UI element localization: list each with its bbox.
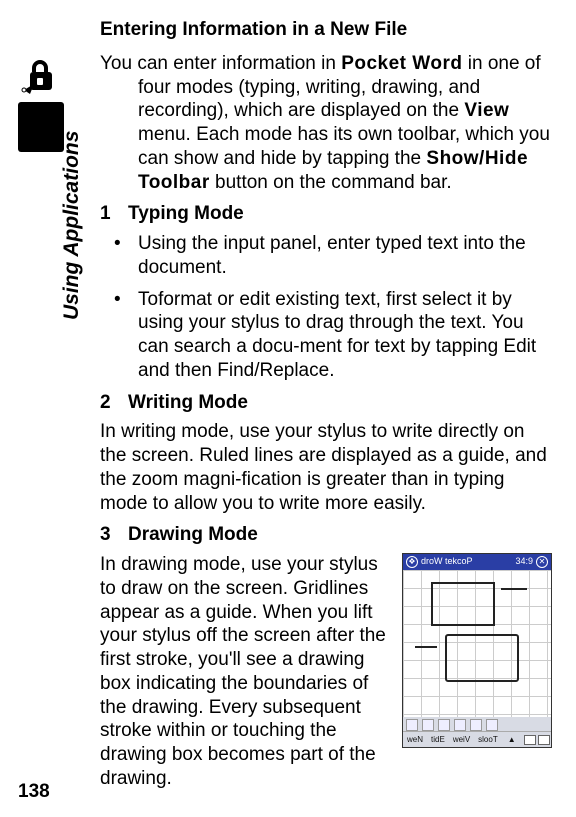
tool-icon — [454, 719, 466, 731]
menu-item: View — [453, 735, 470, 745]
writing-mode-body: In writing mode, use your stylus to writ… — [100, 420, 552, 515]
chevron-up-icon: ▲ — [508, 735, 516, 745]
screenshot-time: 9:43 — [515, 556, 533, 567]
keyboard-icon — [524, 735, 550, 745]
side-section-label: Using Applications — [60, 131, 84, 320]
intro-paragraph: You can enter information in Pocket Word… — [100, 52, 552, 195]
section-heading: Entering Information in a New File — [100, 18, 552, 42]
screenshot-app-name: Pocket Word — [421, 556, 473, 567]
subhead-typing-mode: 1Typing Mode — [100, 202, 552, 226]
subhead-number: 3 — [100, 523, 128, 547]
drawing-mode-body: In drawing mode, use your stylus to draw… — [100, 553, 402, 791]
drawing-box — [445, 634, 519, 682]
drawing-arrow — [415, 646, 437, 648]
list-item: Using the input panel, enter typed text … — [100, 232, 552, 280]
menu-item: New — [407, 735, 423, 745]
start-icon: ❖ — [406, 556, 418, 568]
tool-icon — [406, 719, 418, 731]
tool-icon — [438, 719, 450, 731]
subhead-number: 1 — [100, 202, 128, 226]
pocket-word-screenshot: ❖ Pocket Word 9:43 ✕ — [402, 553, 552, 748]
menu-item: Edit — [431, 735, 445, 745]
subhead-drawing-mode: 3Drawing Mode — [100, 523, 552, 547]
intro-text-1: You can enter information in — [100, 53, 341, 74]
subhead-title: Writing Mode — [128, 392, 248, 413]
screenshot-menubar: New Edit View Tools ▲ — [403, 731, 551, 747]
screenshot-titlebar: ❖ Pocket Word 9:43 ✕ — [403, 554, 551, 570]
tool-icon — [470, 719, 482, 731]
page-number: 138 — [18, 781, 50, 803]
close-icon: ✕ — [536, 556, 548, 568]
drawing-arrow — [501, 588, 527, 590]
section-tab — [18, 102, 64, 152]
tool-icon — [422, 719, 434, 731]
subhead-number: 2 — [100, 391, 128, 415]
tool-icon — [486, 719, 498, 731]
menu-item: Tools — [478, 735, 498, 745]
screenshot-canvas — [403, 570, 551, 717]
screenshot-toolbar — [403, 717, 551, 732]
keyword-pocket-word: Pocket Word — [341, 53, 462, 74]
intro-text-4: button on the command bar. — [210, 172, 452, 193]
drawing-box — [431, 582, 495, 626]
subhead-title: Drawing Mode — [128, 524, 258, 545]
list-item: Toformat or edit existing text, first se… — [100, 288, 552, 383]
subhead-writing-mode: 2Writing Mode — [100, 391, 552, 415]
keyword-view: View — [464, 100, 509, 121]
subhead-title: Typing Mode — [128, 203, 244, 224]
lock-key-icon — [18, 58, 64, 103]
